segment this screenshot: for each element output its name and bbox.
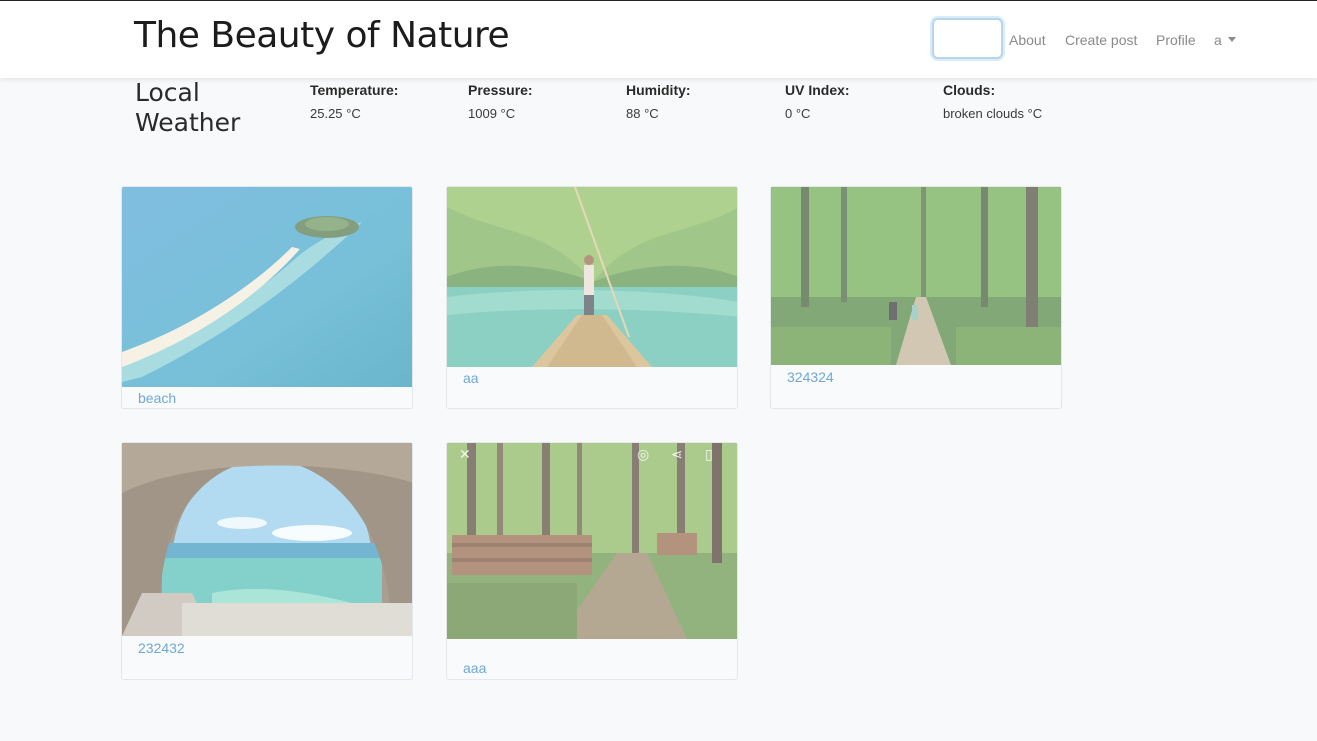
weather-label: Clouds: — [943, 82, 996, 98]
post-card[interactable]: aa — [446, 186, 738, 409]
post-title-link[interactable]: aaa — [463, 660, 486, 676]
weather-value: broken clouds °C — [943, 106, 1043, 121]
post-image-forest-logs[interactable]: ✕ ◎ ⋖ ▯ — [447, 443, 737, 639]
brand-logo[interactable]: The Beauty of Nature — [134, 15, 510, 56]
bookmark-icon: ▯ — [705, 446, 713, 462]
post-title-link[interactable]: beach — [138, 390, 176, 406]
post-image-sea-cave[interactable] — [122, 443, 412, 636]
weather-value: 0 °C — [785, 106, 811, 121]
close-icon: ✕ — [459, 446, 471, 462]
weather-label: Temperature: — [310, 82, 399, 98]
weather-value: 88 °C — [626, 106, 659, 121]
weather-humidity: Humidity: 88 °C — [626, 82, 691, 121]
share-icon: ⋖ — [671, 446, 683, 462]
weather-label: Pressure: — [468, 82, 533, 98]
post-image-forest-path[interactable] — [771, 187, 1061, 365]
weather-value: 25.25 °C — [310, 106, 361, 121]
weather-label: UV Index: — [785, 82, 850, 98]
caret-down-icon[interactable] — [1228, 37, 1236, 42]
weather-title: Local Weather — [135, 78, 241, 137]
weather-uv-index: UV Index: 0 °C — [785, 82, 850, 121]
weather-pressure: Pressure: 1009 °C — [468, 82, 533, 121]
navbar: The Beauty of Nature About Create post P… — [0, 0, 1317, 78]
post-card[interactable]: 232432 — [121, 442, 413, 680]
image-fade-overlay — [122, 443, 412, 636]
image-fade-overlay — [122, 187, 412, 387]
weather-clouds: Clouds: broken clouds °C — [943, 82, 1042, 121]
image-fade-overlay — [447, 443, 737, 639]
nav-create-post-link[interactable]: Create post — [1065, 32, 1137, 48]
nav-profile-link[interactable]: Profile — [1156, 32, 1196, 48]
lens-icon: ◎ — [637, 446, 650, 462]
post-card[interactable]: 324324 — [770, 186, 1062, 409]
search-input[interactable] — [932, 18, 1003, 59]
post-title-link[interactable]: aa — [463, 370, 479, 386]
post-card[interactable]: beach — [121, 186, 413, 409]
nav-about-link[interactable]: About — [1009, 32, 1046, 48]
post-title-link[interactable]: 324324 — [787, 369, 834, 385]
user-dropdown-toggle[interactable]: a — [1214, 32, 1222, 48]
weather-value: 1009 °C — [468, 106, 516, 121]
weather-temperature: Temperature: 25.25 °C — [310, 82, 398, 121]
post-image-river[interactable] — [447, 187, 737, 367]
post-card[interactable]: ✕ ◎ ⋖ ▯ aaa — [446, 442, 738, 680]
weather-label: Humidity: — [626, 82, 691, 98]
image-fade-overlay — [447, 187, 737, 367]
post-title-link[interactable]: 232432 — [138, 640, 185, 656]
image-fade-overlay — [771, 187, 1061, 365]
post-image-beach[interactable] — [122, 187, 412, 387]
